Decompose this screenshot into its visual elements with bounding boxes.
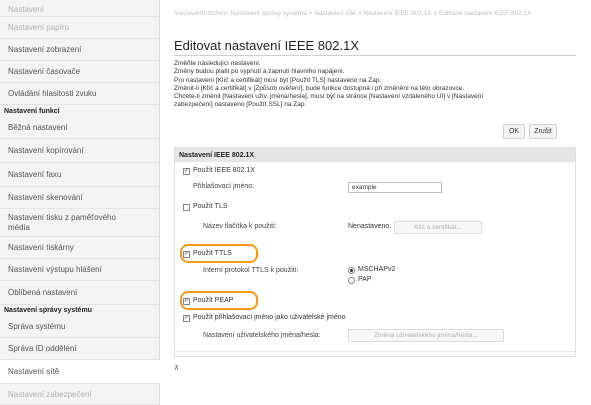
key-name-value: Nenastaveno. <box>348 223 392 230</box>
back-to-top-icon[interactable]: ⊼ <box>174 364 179 372</box>
login-name-input[interactable]: example <box>348 182 442 193</box>
use-login-as-user-checkbox[interactable]: ✓ <box>183 315 190 322</box>
sidebar-section-functions: Nastavení funkcí <box>4 108 60 115</box>
ttls-protocol-label: Interní protokol TTLS k použití: <box>203 267 299 274</box>
mschapv2-radio[interactable] <box>348 267 355 274</box>
sidebar-item-printer[interactable]: Nastavení tiskárny <box>0 237 160 259</box>
sidebar-item-timer-settings[interactable]: Nastavení časovače <box>0 61 160 83</box>
use-tls-checkbox[interactable] <box>183 204 190 211</box>
sidebar-item-media-print[interactable]: Nastavení tisku z paměťového média <box>0 209 160 237</box>
panel-header: Nastavení IEEE 802.1X <box>175 148 575 162</box>
note-line: Změňte následující nastavení. <box>174 60 261 67</box>
sidebar-item-report-output[interactable]: Nastavení výstupu hlášení <box>0 259 160 281</box>
sidebar-item-common[interactable]: Běžná nastavení <box>0 117 160 139</box>
mschapv2-label: MSCHAPv2 <box>358 266 396 273</box>
title-divider <box>174 55 576 56</box>
breadcrumb: Nastavení/Uložení: Nastavení správy syst… <box>174 10 532 17</box>
change-user-pw-button[interactable]: Změna uživatelského jména/hesla... <box>348 329 504 342</box>
sidebar-item-fax[interactable]: Nastavení faxu <box>0 163 160 187</box>
note-line: zabezpečení] nastaveno [Použít SSL] na Z… <box>174 101 307 109</box>
key-cert-button[interactable]: Klíč a certifikát... <box>394 221 482 234</box>
sidebar-item-display-settings[interactable]: Nastavení zobrazení <box>0 39 160 61</box>
note-line: Změny budou platit po vypnutí a zapnutí … <box>174 68 345 76</box>
login-name-label: Přihlašovací jméno: <box>193 183 255 190</box>
sidebar-item-network[interactable]: Nastavení sítě <box>0 360 160 384</box>
panel-bottom-divider <box>175 351 575 352</box>
key-name-label: Název tlačítka k použití: <box>203 223 277 230</box>
sidebar-item-security[interactable]: Nastavení zabezpečení <box>0 384 160 405</box>
sidebar-item-favorites[interactable]: Oblíbená nastavení <box>0 281 160 305</box>
page-title: Editovat nastavení IEEE 802.1X <box>174 38 360 53</box>
note-line: Chcete-li změnit [Nastavení uživ. jména/… <box>174 93 484 101</box>
peap-highlight <box>180 291 258 310</box>
main-content: Nastavení/Uložení: Nastavení správy syst… <box>168 0 588 405</box>
user-pw-settings-label: Nastavení uživatelského jména/hesla: <box>203 332 321 339</box>
ttls-highlight <box>180 244 258 263</box>
cancel-button[interactable]: Zrušit <box>529 124 557 139</box>
pap-label: PAP <box>358 276 372 283</box>
use-login-as-user-label: Použít přihlašovací jméno jako uživatels… <box>193 314 346 321</box>
sidebar-item-system-management[interactable]: Správa systému <box>0 316 160 338</box>
instructions: Změňte následující nastavení. Změny budo… <box>174 60 564 110</box>
pap-radio[interactable] <box>348 277 355 284</box>
sidebar-item-copy[interactable]: Nastavení kopírování <box>0 139 160 163</box>
sidebar-item-settings[interactable]: Nastavení <box>0 3 160 17</box>
ok-button[interactable]: OK <box>503 124 525 139</box>
use-tls-label: Použít TLS <box>193 203 228 210</box>
sidebar-item-volume-control[interactable]: Ovládání hlasitosti zvuku <box>0 83 160 105</box>
sidebar-section-system: Nastavení správy systému <box>4 307 92 314</box>
sidebar-item-scan[interactable]: Nastavení skenování <box>0 187 160 209</box>
note-line: Pro nastavení [Klíč a certifikát] musí b… <box>174 76 382 84</box>
sidebar-item-dept-id[interactable]: Správa ID oddělení <box>0 338 160 360</box>
sidebar-item-paper-settings[interactable]: Nastavení papíru <box>0 17 160 39</box>
use-ieee-checkbox[interactable]: ✓ <box>183 168 190 175</box>
use-ieee-label: Použít IEEE 802.1X <box>193 167 255 174</box>
sidebar: Nastavení Nastavení papíru Nastavení zob… <box>0 0 160 405</box>
note-line: Změnit-li [Klíč a certifikát] v [Způsob … <box>174 84 465 92</box>
